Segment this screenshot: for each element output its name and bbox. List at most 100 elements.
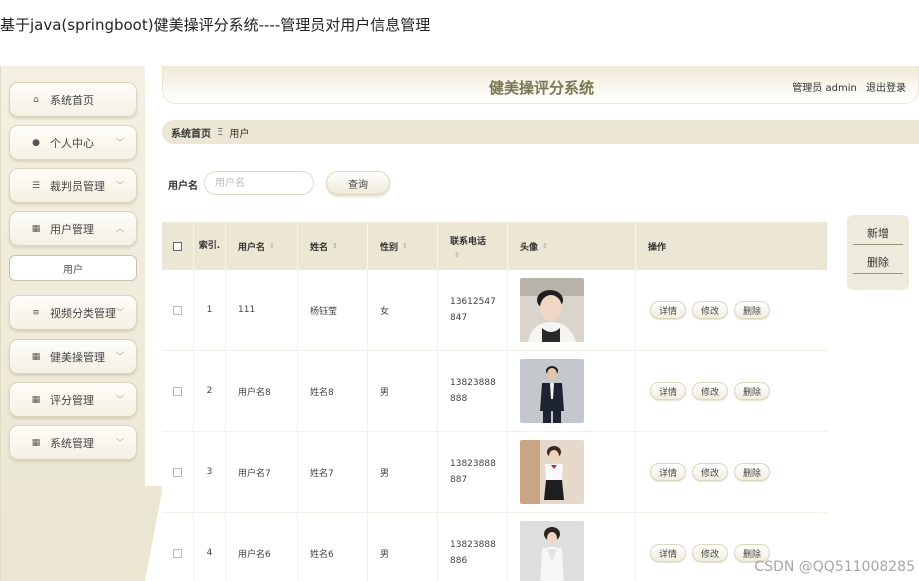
row-checkbox-cell <box>162 351 194 431</box>
detail-button[interactable]: 详情 <box>650 463 687 481</box>
action-panel: 新增 删除 <box>847 215 909 290</box>
header-avatar-label: 头像 <box>520 242 539 253</box>
row-checkbox[interactable] <box>173 386 182 396</box>
edit-button[interactable]: 修改 <box>692 463 729 481</box>
header-name-label: 姓名 <box>310 242 329 253</box>
delete-button[interactable]: 删除 <box>734 463 771 481</box>
chevron-down-icon: ﹀ <box>116 181 124 190</box>
sidebar-item-scores[interactable]: ▦ 评分管理 ﹀ <box>9 382 137 417</box>
cell-operations: 详情 修改 删除 <box>636 351 827 431</box>
row-checkbox[interactable] <box>173 548 182 558</box>
cell-name: 杨钰莹 <box>298 270 368 350</box>
detail-button[interactable]: 详情 <box>650 544 687 562</box>
sidebar-item-label: 用户管理 <box>50 222 94 236</box>
cell-name: 姓名8 <box>298 351 368 431</box>
chevron-up-icon: ︿ <box>116 224 124 233</box>
sidebar-item-system[interactable]: ▦ 系统管理 ﹀ <box>9 425 137 460</box>
person-icon: ● <box>32 137 40 148</box>
cell-avatar <box>508 432 636 512</box>
header-username[interactable]: 用户名 ⇕ <box>226 222 298 270</box>
edit-button[interactable]: 修改 <box>692 382 729 400</box>
header-phone[interactable]: 联系电话 ⇕ <box>438 222 508 270</box>
cell-username: 用户名8 <box>226 351 298 431</box>
table-row: 3 用户名7 姓名7 男 13823888887 详情 修改 删除 <box>162 432 827 513</box>
delete-button[interactable]: 删除 <box>734 301 771 319</box>
cell-avatar <box>508 270 636 350</box>
cell-phone: 13823888886 <box>438 513 508 581</box>
cell-operations: 详情 修改 删除 <box>636 270 827 350</box>
grid-icon: ▦ <box>31 223 41 234</box>
header-username-label: 用户名 <box>238 242 266 253</box>
sidebar-item-video-category[interactable]: ≡ 视频分类管理 ﹀ <box>9 295 137 330</box>
header-gender[interactable]: 性别 ⇕ <box>368 222 438 270</box>
sidebar-item-label: 裁判员管理 <box>50 179 105 193</box>
sliders-icon: ☰ <box>31 180 41 191</box>
header-index: 索引. <box>194 222 226 270</box>
row-checkbox[interactable] <box>173 305 182 315</box>
admin-label: 管理员 admin <box>792 83 857 94</box>
header-avatar[interactable]: 头像 ⇕ <box>508 222 636 270</box>
sidebar-subitem-user[interactable]: 用户 <box>9 255 137 281</box>
user-avatar-image <box>520 278 584 342</box>
home-icon: ⌂ <box>33 94 39 105</box>
cell-gender: 男 <box>368 351 438 431</box>
table-row: 1 111 杨钰莹 女 13612547847 详情 修改 删除 <box>162 270 827 351</box>
cell-username: 111 <box>226 270 298 350</box>
cell-index: 3 <box>194 432 226 512</box>
user-avatar-image <box>520 440 584 504</box>
table-header: 索引. 用户名 ⇕ 姓名 ⇕ 性别 ⇕ 联系电话 ⇕ 头像 ⇕ 操作 <box>162 222 827 270</box>
sidebar-item-profile[interactable]: ● 个人中心 ﹀ <box>9 125 137 160</box>
document-title: 基于java(springboot)健美操评分系统----管理员对用户信息管理 <box>0 16 431 34</box>
edit-button[interactable]: 修改 <box>692 544 729 562</box>
username-search-input[interactable] <box>204 171 314 195</box>
sort-icon: ⇕ <box>454 250 460 259</box>
user-avatar-image <box>520 521 584 581</box>
row-checkbox[interactable] <box>173 467 182 477</box>
breadcrumb: 系统首页 Ξ 用户 <box>162 120 919 144</box>
search-label: 用户名 <box>168 181 198 192</box>
batch-delete-button[interactable]: 删除 <box>853 250 903 274</box>
cell-phone: 13823888887 <box>438 432 508 512</box>
sort-icon: ⇕ <box>332 242 338 250</box>
sidebar-item-label: 系统管理 <box>50 436 94 450</box>
cell-phone: 13612547847 <box>438 270 508 350</box>
chevron-down-icon: ﹀ <box>116 138 124 147</box>
sidebar-item-referee[interactable]: ☰ 裁判员管理 ﹀ <box>9 168 137 203</box>
add-button[interactable]: 新增 <box>853 221 903 245</box>
cell-username: 用户名7 <box>226 432 298 512</box>
sidebar-item-home[interactable]: ⌂ 系统首页 <box>9 82 137 117</box>
select-all-cell <box>162 222 194 270</box>
chevron-down-icon: ﹀ <box>116 308 124 317</box>
logout-link[interactable]: 退出登录 <box>866 83 906 94</box>
header-phone-label: 联系电话 <box>450 236 487 247</box>
cell-avatar <box>508 513 636 581</box>
system-title: 健美操评分系统 <box>489 79 595 97</box>
cell-avatar <box>508 351 636 431</box>
cell-index: 1 <box>194 270 226 350</box>
user-table: 索引. 用户名 ⇕ 姓名 ⇕ 性别 ⇕ 联系电话 ⇕ 头像 ⇕ 操作 1 111 杨钰莹 <box>162 222 827 581</box>
list-icon: ≡ <box>32 307 40 318</box>
query-button[interactable]: 查询 <box>326 171 390 195</box>
cell-phone: 13823888888 <box>438 351 508 431</box>
delete-button[interactable]: 删除 <box>734 382 771 400</box>
detail-button[interactable]: 详情 <box>650 301 687 319</box>
sidebar-item-users[interactable]: ▦ 用户管理 ︿ <box>9 211 137 246</box>
row-checkbox-cell <box>162 432 194 512</box>
cell-operations: 详情 修改 删除 <box>636 432 827 512</box>
detail-button[interactable]: 详情 <box>650 382 687 400</box>
user-info: 管理员 admin 退出登录 <box>786 79 906 94</box>
sidebar-item-label: 健美操管理 <box>50 350 105 364</box>
breadcrumb-home[interactable]: 系统首页 <box>171 125 211 140</box>
sidebar-item-aerobics[interactable]: ▦ 健美操管理 ﹀ <box>9 339 137 374</box>
cell-username: 用户名6 <box>226 513 298 581</box>
breadcrumb-separator: Ξ <box>217 126 224 138</box>
chevron-down-icon: ﹀ <box>116 438 124 447</box>
select-all-checkbox[interactable] <box>173 241 182 251</box>
user-avatar-image <box>520 359 584 423</box>
sort-icon: ⇕ <box>542 242 548 250</box>
sidebar-item-label: 系统首页 <box>50 93 94 107</box>
chevron-down-icon: ﹀ <box>116 352 124 361</box>
header-name[interactable]: 姓名 ⇕ <box>298 222 368 270</box>
sidebar-item-label: 评分管理 <box>50 393 94 407</box>
edit-button[interactable]: 修改 <box>692 301 729 319</box>
